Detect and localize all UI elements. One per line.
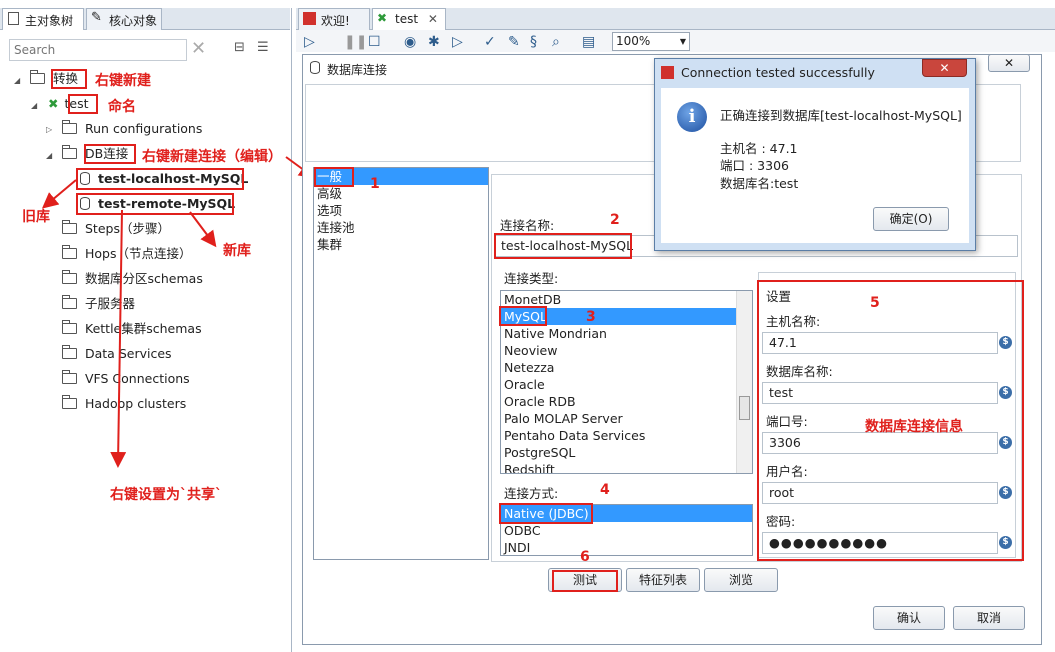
annotation-conn-info: 数据库连接信息 (865, 419, 963, 435)
list-item[interactable]: Palo MOLAP Server (501, 410, 752, 427)
conn-type-scrollbar[interactable] (736, 291, 752, 473)
replay-icon[interactable]: ▷ (452, 34, 463, 50)
database-icon (310, 61, 320, 74)
ok-button[interactable]: 确认 (873, 606, 945, 630)
zoom-select[interactable]: 100% ▼ (612, 32, 690, 51)
annotation-n3: 3 (586, 309, 596, 325)
verify-icon[interactable]: ✓ (484, 34, 496, 50)
list-item[interactable]: ODBC (501, 522, 752, 539)
annotation-box (494, 233, 632, 259)
sql-icon[interactable]: § (530, 34, 537, 50)
dialog-close-button[interactable]: ✕ (988, 54, 1030, 72)
popup-db-line: 数据库名:test (720, 176, 799, 191)
popup-port-line: 端口 : 3306 (720, 158, 789, 173)
tab-test[interactable]: ✖ test ✕ (372, 8, 446, 30)
impact-icon[interactable]: ✎ (508, 34, 520, 50)
access-label: 连接方式: (504, 486, 559, 501)
annotation-n1: 1 (370, 176, 380, 192)
explore-db-icon[interactable]: ⌕ (552, 34, 560, 50)
category-cluster[interactable]: 集群 (314, 236, 488, 253)
category-options[interactable]: 选项 (314, 202, 488, 219)
list-item[interactable]: Netezza (501, 359, 752, 376)
spoon-logo-icon (661, 66, 674, 79)
annotation-box (499, 306, 547, 326)
arrow-share (110, 209, 127, 468)
cancel-button[interactable]: 取消 (953, 606, 1025, 630)
pause-icon[interactable]: ❚❚ (344, 34, 367, 50)
list-item[interactable]: Oracle (501, 376, 752, 393)
annotation-box (552, 570, 618, 592)
run-icon[interactable]: ▷ (304, 34, 315, 50)
arrow-old-db (41, 179, 77, 209)
category-pooling[interactable]: 连接池 (314, 219, 488, 236)
stop-icon[interactable]: ☐ (368, 34, 381, 50)
grid-icon[interactable]: ▤ (582, 34, 595, 50)
arrow-new-db (189, 211, 217, 248)
scroll-thumb[interactable] (739, 396, 750, 420)
annotation-box (314, 167, 354, 187)
browse-button[interactable]: 浏览 (704, 568, 778, 592)
conn-type-label: 连接类型: (504, 271, 559, 286)
features-button[interactable]: 特征列表 (626, 568, 700, 592)
list-item[interactable]: Redshift (501, 461, 752, 473)
list-item[interactable]: Native Mondrian (501, 325, 752, 342)
spoon-logo-icon (303, 12, 316, 25)
preview-icon[interactable]: ◉ (404, 34, 416, 50)
popup-ok-button[interactable]: 确定(O) (873, 207, 949, 231)
transform-icon: ✖ (377, 11, 388, 25)
conn-name-label: 连接名称: (500, 218, 555, 233)
category-advanced[interactable]: 高级 (314, 185, 488, 202)
list-item[interactable]: Neoview (501, 342, 752, 359)
annotation-n2: 2 (610, 212, 620, 228)
list-item[interactable]: JNDI (501, 539, 752, 555)
debug-icon[interactable]: ✱ (428, 34, 440, 50)
tab-welcome[interactable]: 欢迎! (298, 8, 370, 30)
popup-close-button[interactable]: ✕ (922, 59, 967, 77)
chevron-down-icon: ▼ (679, 37, 686, 46)
popup-message: 正确连接到数据库[test-localhost-MySQL] (720, 108, 962, 123)
annotation-n4: 4 (600, 482, 610, 498)
list-item[interactable]: Oracle RDB (501, 393, 752, 410)
list-item[interactable]: PostgreSQL (501, 444, 752, 461)
category-list[interactable]: 一般 高级 选项 连接池 集群 (313, 167, 489, 560)
close-tab-icon[interactable]: ✕ (428, 12, 438, 26)
annotation-n5: 5 (870, 295, 880, 311)
info-icon: i (677, 102, 707, 132)
annotation-box (499, 503, 593, 524)
list-item[interactable]: Pentaho Data Services (501, 427, 752, 444)
annotation-n6: 6 (580, 549, 590, 565)
